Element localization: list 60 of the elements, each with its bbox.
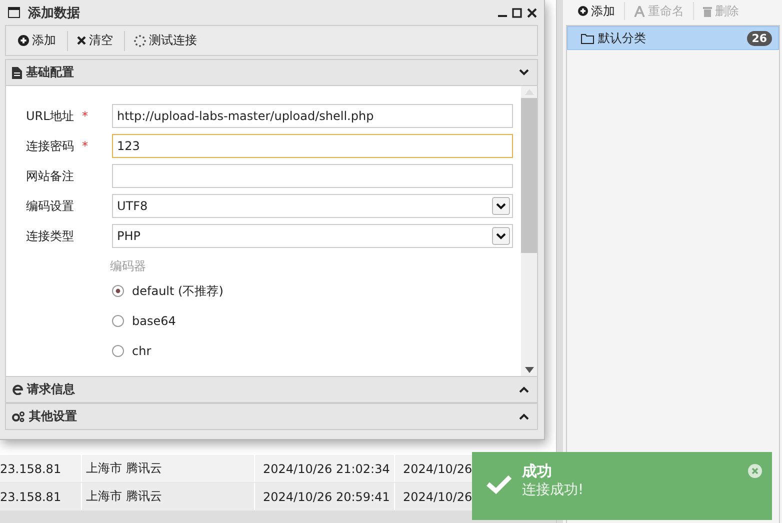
table-cell: 23.158.81 xyxy=(0,483,82,510)
chevron-up-icon xyxy=(519,386,529,393)
section-title: 请求信息 xyxy=(27,381,76,398)
field-label: 连接类型 xyxy=(26,228,75,244)
field-label: URL地址 xyxy=(26,108,75,124)
radio-option[interactable]: base64 xyxy=(112,306,513,336)
scroll-down-icon[interactable] xyxy=(524,367,534,373)
folder-icon xyxy=(581,32,594,44)
chevron-down-icon xyxy=(519,69,529,76)
maximize-icon[interactable] xyxy=(512,8,522,18)
radio-button[interactable] xyxy=(112,285,124,297)
field-label: 连接密码 xyxy=(26,138,75,154)
table-cell: 2024/10/26 20:59:41 xyxy=(255,483,395,510)
browser-icon xyxy=(12,384,23,395)
table-cell: 上海市 腾讯云 xyxy=(82,455,255,482)
required-mark: * xyxy=(82,109,88,123)
radio-button[interactable] xyxy=(112,315,124,327)
close-icon[interactable] xyxy=(527,8,537,18)
radio-button[interactable] xyxy=(112,345,124,357)
section-title: 基础配置 xyxy=(26,64,75,81)
category-item[interactable]: 默认分类 26 xyxy=(567,26,779,50)
select-field[interactable]: UTF8 xyxy=(112,194,513,218)
toolbar-button[interactable]: 添加 xyxy=(573,2,625,20)
required-mark: * xyxy=(82,139,88,153)
gears-icon xyxy=(12,411,25,422)
dropdown-icon xyxy=(492,197,510,215)
section-header[interactable]: 请求信息 xyxy=(5,376,538,403)
field-label: 网站备注 xyxy=(26,168,75,184)
input-field[interactable] xyxy=(112,164,513,188)
radio-option[interactable]: chr xyxy=(112,336,513,366)
field-label: 编码设置 xyxy=(26,198,75,214)
section-title: 其他设置 xyxy=(29,408,78,425)
font-icon xyxy=(634,6,645,16)
cross-icon xyxy=(77,36,86,45)
window-title: 添加数据 xyxy=(28,4,81,22)
input-field[interactable]: http://upload-labs-master/upload/shell.php xyxy=(112,104,513,128)
group-label: 编码器 xyxy=(110,258,147,274)
dropdown-icon xyxy=(492,227,510,245)
table-cell: 上海市 腾讯云 xyxy=(82,483,255,510)
category-label: 默认分类 xyxy=(598,30,647,46)
select-field[interactable]: PHP xyxy=(112,224,513,248)
table-cell: 23.158.81 xyxy=(0,455,82,482)
window-icon xyxy=(8,7,20,18)
chevron-up-icon xyxy=(519,413,529,420)
plus-icon xyxy=(578,6,588,16)
radio-option[interactable]: default (不推荐) xyxy=(112,276,513,306)
trash-icon xyxy=(703,6,712,16)
toolbar-button[interactable]: 添加 xyxy=(14,32,62,49)
spinner-icon xyxy=(134,34,146,46)
document-icon xyxy=(12,66,22,78)
toast-title: 成功 xyxy=(522,462,553,481)
count-badge: 26 xyxy=(746,30,772,46)
section-header[interactable]: 其他设置 xyxy=(5,403,538,430)
toolbar-button[interactable]: 测试连接 xyxy=(130,32,203,49)
section-header[interactable]: 基础配置 xyxy=(5,59,538,86)
table-cell: 2024/10/26 21:02:34 xyxy=(255,455,395,482)
toolbar-button[interactable]: 清空 xyxy=(73,32,119,49)
plus-icon xyxy=(18,35,29,46)
check-icon xyxy=(486,474,512,494)
input-field[interactable]: 123 xyxy=(112,134,513,158)
